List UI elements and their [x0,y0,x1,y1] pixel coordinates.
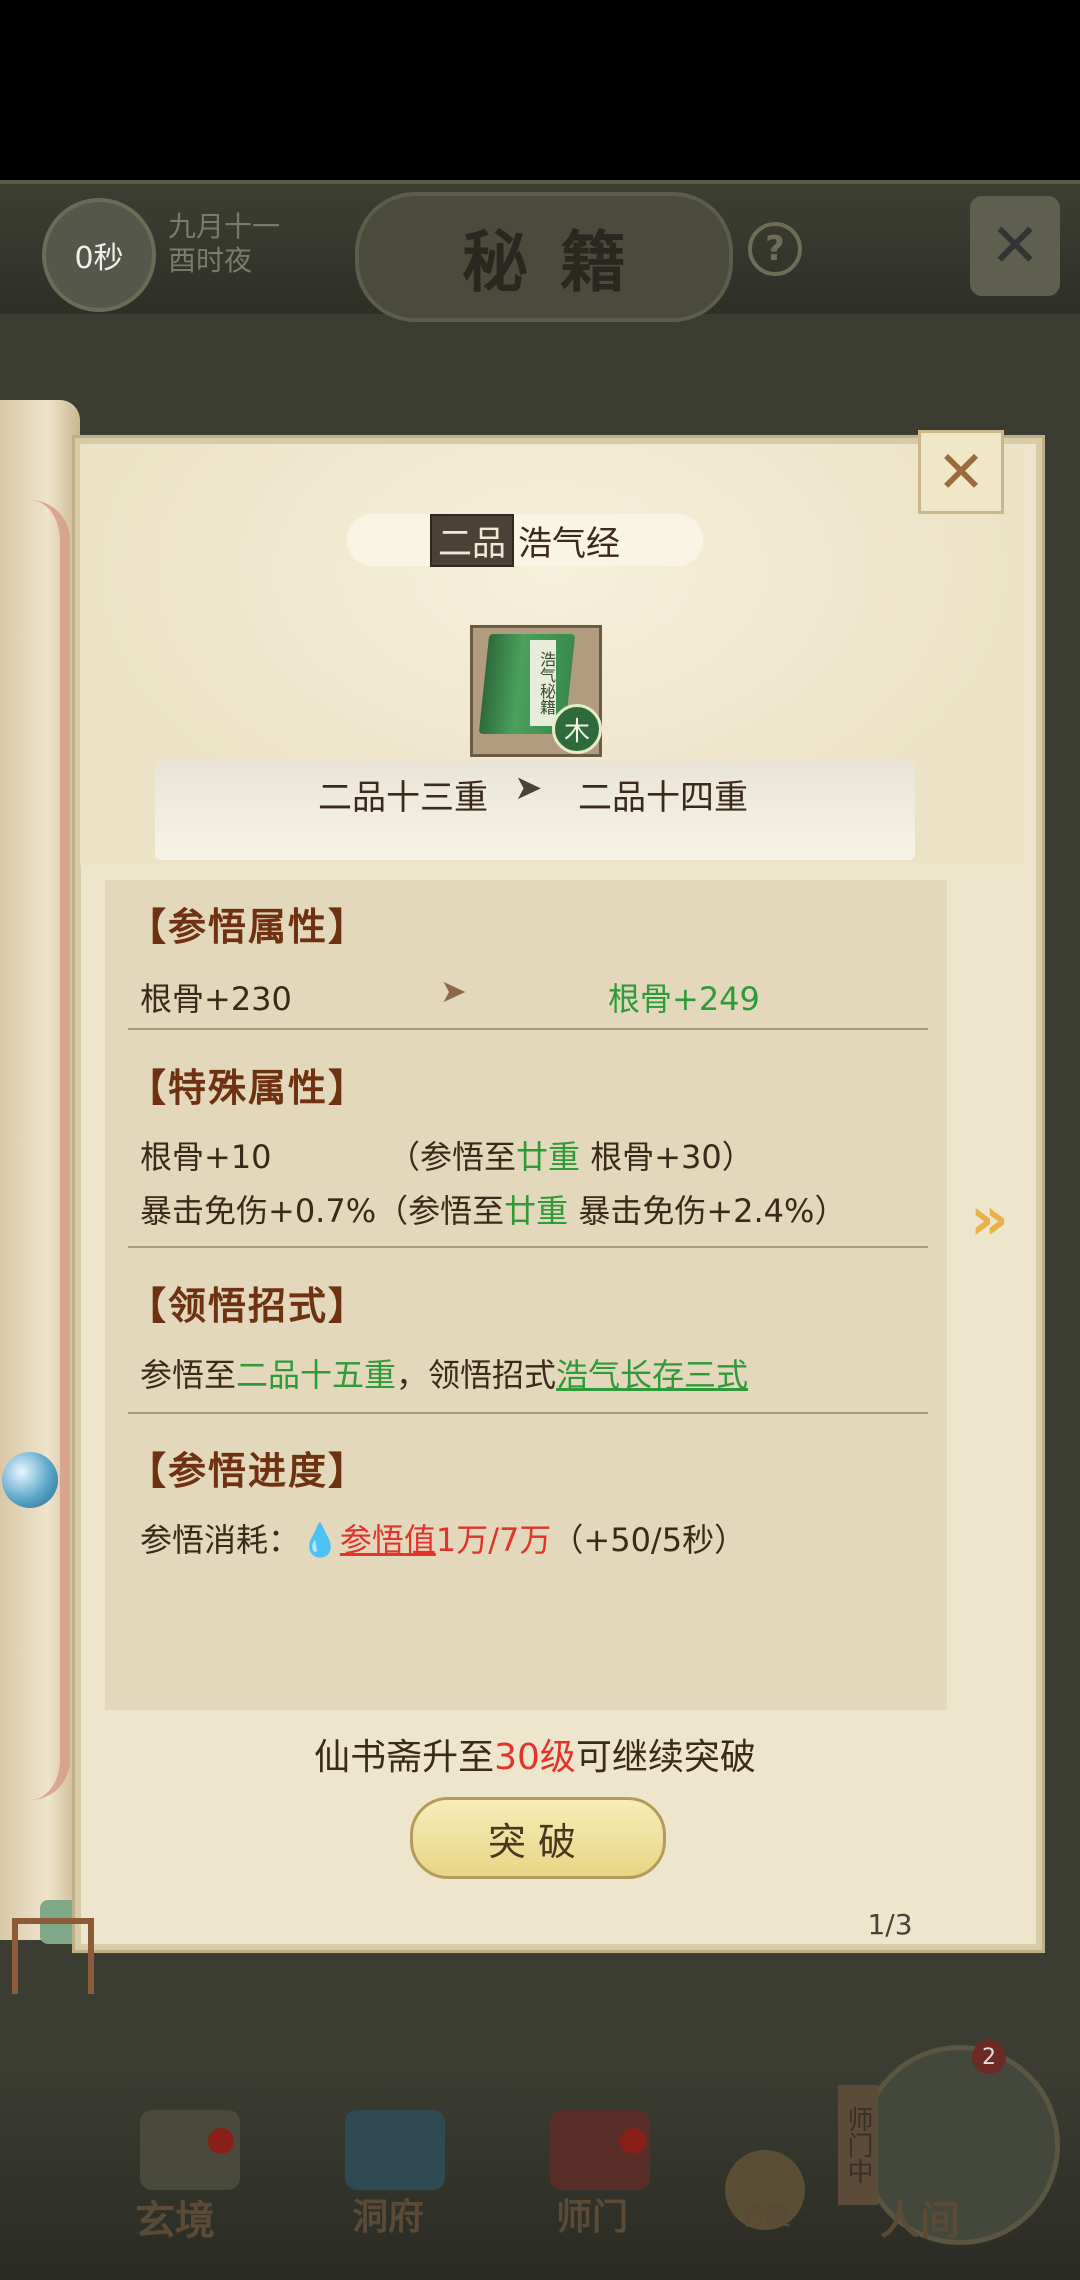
water-drop-icon: 💧 [300,1521,340,1559]
note-suffix: 暴击免伤+2.4%） [568,1192,847,1230]
arrow-right-icon: ➤ [514,768,543,808]
date-line-1: 九月十一 [168,210,281,243]
tier-next: 二品十四重 [578,778,748,818]
skill-mid: ，领悟招式 [396,1356,557,1394]
skill-prefix: 参悟至 [140,1356,237,1394]
technique-name: 浩气经 [518,523,620,564]
note-suffix: 根骨+30） [580,1138,754,1176]
requirement-text: 仙书斋升至30级可继续突破 [112,1728,958,1780]
arrow-right-icon: ➤ [440,972,467,1010]
progress-label: 参悟消耗： [140,1521,301,1559]
cost-link[interactable]: 参悟值 [340,1521,436,1559]
requirement-prefix: 仙书斋升至 [314,1737,495,1778]
page-title: 秘籍 [462,223,658,301]
question-icon[interactable]: ? [748,222,802,276]
date-line-2: 酉时夜 [168,244,253,277]
timer-text: 0秒 [74,241,124,276]
attr-next: 根骨+249 [608,980,760,1018]
ribbon-decoration [0,500,70,1800]
nav-item-xuanjing[interactable]: 玄境 [135,2188,215,2246]
special-attr-value: 暴击免伤+0.7% [140,1192,377,1230]
skill-tier: 二品十五重 [236,1356,397,1394]
date-display: 九月十一 酉时夜 [168,210,280,278]
section-title-skill: 【领悟招式】 [128,1283,369,1328]
special-attr-note-1: （参悟至廿重 根骨+30） [388,1132,754,1178]
tier-current: 二品十三重 [318,778,488,818]
notification-dot [208,2128,234,2154]
gate-icon [12,1918,94,1994]
next-page-arrow-icon[interactable]: » [970,1184,1060,1254]
requirement-suffix: 可继续突破 [575,1737,756,1778]
page-indicator: 1/3 [867,1908,913,1941]
element-badge: 木 [552,704,602,754]
bead-icon [2,1452,58,1508]
section-title-comprehend-attr: 【参悟属性】 [128,904,369,949]
requirement-level: 30级 [494,1737,576,1778]
nav-item-renjian[interactable]: 人间 [880,2188,960,2246]
special-attr-row-2: 暴击免伤+0.7%（参悟至廿重 暴击免伤+2.4%） [140,1186,846,1232]
skill-line: 参悟至二品十五重，领悟招式浩气长存三式 [140,1350,748,1396]
note-prefix: （参悟至 [376,1192,505,1230]
special-attr-value: 根骨+10 [140,1138,272,1176]
progress-line: 参悟消耗：💧参悟值1万/7万（+50/5秒） [140,1515,746,1561]
cost-rate: （+50/5秒） [551,1521,747,1559]
breakthrough-button[interactable]: 突破 [410,1797,666,1879]
technique-title: 二品 浩气经 [347,513,703,567]
close-icon[interactable]: ✕ [970,196,1060,296]
divider [128,1412,928,1414]
master-status-tag: 师门中 [838,2085,878,2205]
note-tier: 廿重 [516,1138,581,1176]
divider [128,1246,928,1248]
attr-current: 根骨+230 [140,980,292,1018]
modal-close-button[interactable]: ✕ [918,430,1004,514]
nav-item-dongfu[interactable]: 洞府 [352,2188,424,2240]
notification-badge: 2 [972,2040,1006,2074]
note-prefix: （参悟至 [388,1138,517,1176]
skill-link[interactable]: 浩气长存三式 [556,1356,748,1394]
page-title-plaque: 秘籍 [355,192,733,322]
grade-badge: 二品 [430,513,514,567]
book-label: 浩气秘籍 [530,640,556,726]
nav-item-xingnang[interactable]: 行囊 [742,2196,790,2231]
special-attr-row-1: 根骨+10 [140,1132,272,1178]
divider [128,1028,928,1030]
note-tier: 廿重 [504,1192,569,1230]
notification-dot [620,2128,646,2154]
breakthrough-label: 突破 [487,1819,588,1864]
cost-amount: 1万/7万 [435,1521,552,1559]
timer-display: 0秒 [42,198,156,312]
section-title-special-attr: 【特殊属性】 [128,1065,369,1110]
pavilion-icon [345,2110,445,2190]
section-title-progress: 【参悟进度】 [128,1448,369,1493]
nav-item-shimen[interactable]: 师门 [556,2188,628,2240]
